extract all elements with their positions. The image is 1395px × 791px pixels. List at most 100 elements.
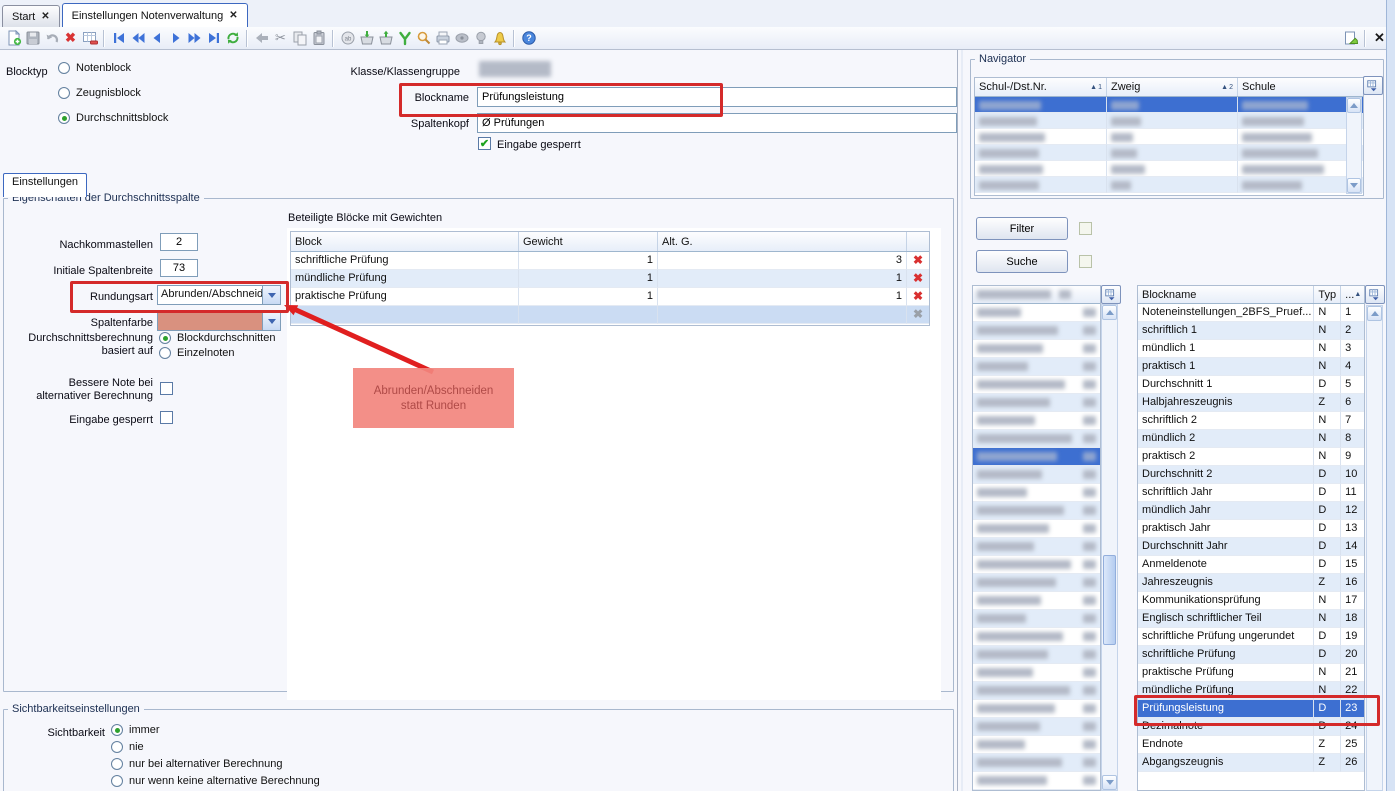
navigator-row-redacted[interactable] (975, 145, 1363, 161)
blocklist-row-11[interactable]: schriftlich JahrD11 (1138, 484, 1364, 502)
blockname-input[interactable] (477, 87, 957, 107)
blocklist-row-13[interactable]: praktisch JahrD13 (1138, 520, 1364, 538)
blocklist-row-4[interactable]: praktisch 1N4 (1138, 358, 1364, 376)
rundungsart-dropdown[interactable]: Abrunden/Abschneid (157, 285, 281, 305)
suche-checkbox[interactable] (1079, 255, 1092, 268)
navigator-row-redacted[interactable] (975, 177, 1363, 193)
class-list-row-redacted[interactable] (973, 574, 1100, 592)
radio-icon[interactable] (58, 62, 70, 74)
nav-scrollbar[interactable] (1346, 97, 1362, 194)
nav-first-icon[interactable] (109, 29, 128, 48)
block-list-column-chooser-button[interactable] (1365, 285, 1385, 304)
blocklist-row-2[interactable]: schriftlich 1N2 (1138, 322, 1364, 340)
class-list-row-redacted[interactable] (973, 592, 1100, 610)
tab-settings[interactable]: Einstellungen (3, 173, 87, 197)
print-icon[interactable] (433, 29, 452, 48)
statistics-icon[interactable]: ab (338, 29, 357, 48)
blocklist-row-23[interactable]: PrüfungsleistungD23 (1138, 700, 1364, 718)
save-icon[interactable] (23, 29, 42, 48)
class-list-header-redacted[interactable] (973, 286, 1100, 303)
refresh-icon[interactable] (223, 29, 242, 48)
bell-icon[interactable] (490, 29, 509, 48)
nav-forward-icon[interactable] (185, 29, 204, 48)
class-list-row-redacted[interactable] (973, 304, 1100, 322)
blocklist-row-1[interactable]: Noteneinstellungen_2BFS_Pruef...N1 (1138, 304, 1364, 322)
blocklist-row-6[interactable]: HalbjahreszeugnisZ6 (1138, 394, 1364, 412)
blocklist-row-15[interactable]: AnmeldenoteD15 (1138, 556, 1364, 574)
weights-col-block[interactable]: Block (291, 232, 519, 251)
klasse-value-redacted[interactable] (479, 61, 551, 77)
nav-col-schulnr[interactable]: Schul-/Dst.Nr. ▲1 (975, 78, 1107, 96)
blocklist-row-3[interactable]: mündlich 1N3 (1138, 340, 1364, 358)
class-list-row-redacted[interactable] (973, 556, 1100, 574)
tab-close-icon[interactable]: ✕ (41, 11, 49, 22)
class-list-row-redacted[interactable] (973, 484, 1100, 502)
sichtbarkeit-option[interactable]: nur bei alternativer Berechnung (111, 758, 320, 770)
basket-import-icon[interactable] (357, 29, 376, 48)
new-document-icon[interactable] (4, 29, 23, 48)
class-list-row-redacted[interactable] (973, 412, 1100, 430)
table-remove-icon[interactable] (80, 29, 99, 48)
nav-next-icon[interactable] (166, 29, 185, 48)
blocklist-col-blockname[interactable]: Blockname (1138, 286, 1314, 303)
sichtbarkeit-option[interactable]: nur wenn keine alternative Berechnung (111, 775, 320, 787)
delete-row-button[interactable]: ✖ (907, 252, 929, 270)
delete-record-icon[interactable]: ✖ (61, 29, 80, 48)
navigator-row-redacted[interactable] (975, 97, 1363, 113)
blocktyp-option[interactable]: Durchschnittsblock (58, 112, 168, 124)
class-list-row-redacted[interactable] (973, 772, 1100, 790)
class-list-row-redacted[interactable] (973, 700, 1100, 718)
class-list-scrollbar[interactable] (1101, 304, 1118, 791)
spaltenfarbe-dropdown-button[interactable] (262, 312, 280, 330)
undo-icon[interactable] (42, 29, 61, 48)
class-list-row-redacted[interactable] (973, 736, 1100, 754)
nav-col-zweig[interactable]: Zweig ▲2 (1107, 78, 1238, 96)
class-list-column-chooser-button[interactable] (1101, 285, 1121, 304)
spaltenkopf-input[interactable] (477, 113, 957, 133)
delete-row-button[interactable]: ✖ (907, 270, 929, 288)
export-icon[interactable] (1341, 29, 1360, 48)
delete-row-button[interactable]: ✖ (907, 288, 929, 306)
class-list-row-redacted[interactable] (973, 340, 1100, 358)
blocklist-row-25[interactable]: EndnoteZ25 (1138, 736, 1364, 754)
blocklist-row-26[interactable]: AbgangszeugnisZ26 (1138, 754, 1364, 772)
radio-icon[interactable] (111, 775, 123, 787)
merge-icon[interactable] (395, 29, 414, 48)
nachkommastellen-input[interactable] (160, 233, 198, 251)
navigator-row-redacted[interactable] (975, 129, 1363, 145)
class-list-row-redacted[interactable] (973, 682, 1100, 700)
filter-checkbox[interactable] (1079, 222, 1092, 235)
lightbulb-icon[interactable] (471, 29, 490, 48)
class-list-row-redacted[interactable] (973, 430, 1100, 448)
blocklist-row-7[interactable]: schriftlich 2N7 (1138, 412, 1364, 430)
eingabe-gesperrt-checkbox[interactable]: ✔ (478, 137, 491, 150)
class-list-row-redacted[interactable] (973, 664, 1100, 682)
suche-button[interactable]: Suche (976, 250, 1068, 273)
berechnung-option[interactable]: Einzelnoten (159, 347, 275, 359)
blocklist-row-22[interactable]: mündliche PrüfungN22 (1138, 682, 1364, 700)
weights-col-gewicht[interactable]: Gewicht (519, 232, 658, 251)
help-icon[interactable]: ? (519, 29, 538, 48)
weights-row[interactable]: schriftliche Prüfung13✖ (291, 252, 929, 270)
tab-einstellungen-notenverwaltung[interactable]: Einstellungen Notenverwaltung ✕ (62, 3, 248, 27)
blocklist-row-17[interactable]: KommunikationsprüfungN17 (1138, 592, 1364, 610)
blocklist-row-10[interactable]: Durchschnitt 2D10 (1138, 466, 1364, 484)
radio-icon[interactable] (111, 724, 123, 736)
class-list-row-redacted[interactable] (973, 502, 1100, 520)
class-list-row-redacted[interactable] (973, 376, 1100, 394)
blocktyp-option[interactable]: Notenblock (58, 62, 168, 74)
class-list-row-redacted[interactable] (973, 754, 1100, 772)
blocklist-row-20[interactable]: schriftliche PrüfungD20 (1138, 646, 1364, 664)
navigator-row-redacted[interactable] (975, 161, 1363, 177)
sichtbarkeit-option[interactable]: nie (111, 741, 320, 753)
cut-icon[interactable]: ✂ (271, 29, 290, 48)
blocklist-row-9[interactable]: praktisch 2N9 (1138, 448, 1364, 466)
blocklist-col-nr[interactable]: ... ▲ (1341, 286, 1364, 303)
radio-icon[interactable] (111, 758, 123, 770)
panel-splitter[interactable] (957, 50, 958, 791)
blocklist-row-19[interactable]: schriftliche Prüfung ungerundetD19 (1138, 628, 1364, 646)
class-list-row-redacted[interactable] (973, 358, 1100, 376)
navigator-row-redacted[interactable] (975, 113, 1363, 129)
class-list-row-redacted[interactable] (973, 610, 1100, 628)
nav-col-schule[interactable]: Schule (1238, 78, 1347, 96)
